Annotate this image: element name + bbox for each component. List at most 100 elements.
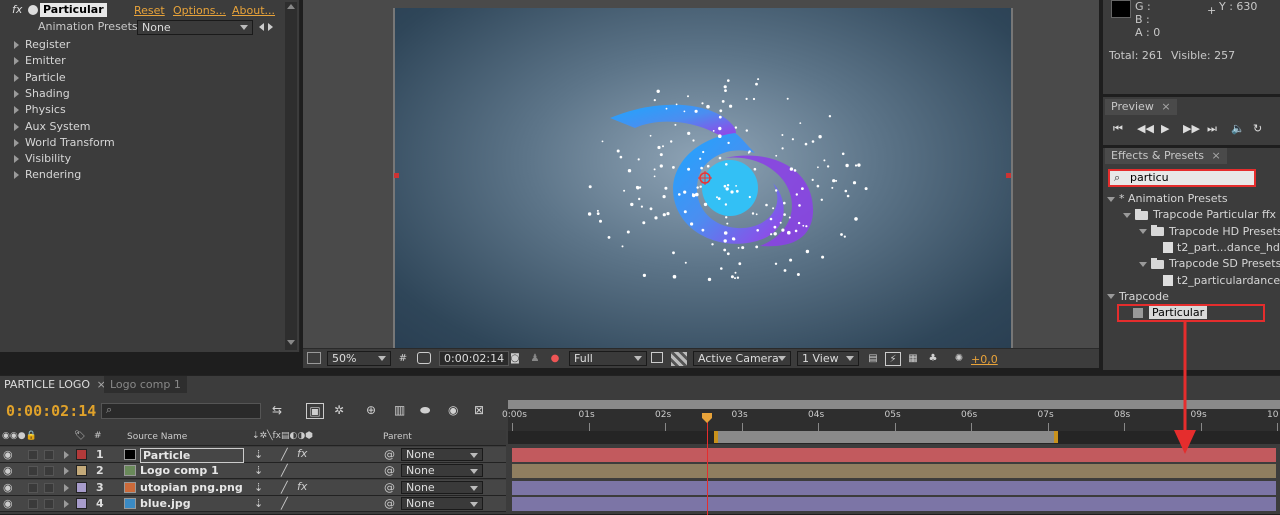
close-icon[interactable]: × [1212, 149, 1221, 162]
timeline-tab-active[interactable]: PARTICLE LOGO × [0, 376, 110, 393]
solo-box[interactable] [28, 482, 38, 493]
timeline-tab-inactive[interactable]: Logo comp 1 [104, 376, 187, 393]
collapse-triangle-icon[interactable] [1139, 229, 1147, 235]
layer-name[interactable]: Particle [140, 448, 244, 463]
collapse-triangle-icon[interactable] [1139, 261, 1147, 267]
shy-switch-icon[interactable]: ⇣ [254, 497, 263, 510]
effect-name[interactable]: Particular [40, 3, 107, 17]
expand-triangle-icon[interactable] [14, 106, 19, 115]
graph-editor-icon[interactable]: ⊠ [474, 403, 484, 417]
solo-box[interactable] [28, 450, 38, 460]
expand-triangle-icon[interactable] [14, 155, 19, 164]
fx-toggle[interactable]: fx [12, 3, 22, 16]
hide-shy-icon[interactable]: ✲ [334, 403, 344, 417]
effects-presets-tab[interactable]: Effects & Presets × [1105, 148, 1227, 164]
layer-row[interactable]: ◉ 3 utopian png.png ⇣ ╱ fx @ None [0, 479, 506, 496]
scroll-down-icon[interactable] [287, 340, 295, 345]
expand-triangle-icon[interactable] [14, 122, 19, 131]
frame-blending-icon[interactable]: ⊕ [366, 403, 376, 417]
fx-switch-icon[interactable]: fx [297, 480, 307, 493]
preset-tree-item[interactable]: Trapcode HD Presets [1139, 224, 1280, 240]
fast-previews-icon[interactable]: ⚡ [885, 352, 901, 366]
shy-switch-icon[interactable]: ⇣ [254, 481, 263, 494]
label-color-swatch[interactable] [76, 465, 87, 477]
lock-box[interactable] [44, 498, 54, 509]
lock-box[interactable] [44, 466, 54, 477]
source-name-header[interactable]: Source Name [127, 432, 187, 442]
prev-frame-icon[interactable]: ◀◀ [1137, 122, 1154, 135]
eye-icon[interactable]: ◉ [3, 448, 13, 461]
animation-presets-dropdown[interactable]: None [137, 20, 253, 35]
time-ruler[interactable]: 0:00s 01s 02s 03s 04s 05s 06s 07s 08s 09s 10 [502, 409, 1280, 431]
effect-group-item[interactable]: Rendering [14, 167, 81, 183]
grid-icon[interactable]: # [395, 352, 411, 366]
reset-link[interactable]: Reset [134, 4, 165, 17]
expand-triangle-icon[interactable] [64, 483, 69, 492]
parent-dropdown[interactable]: None [401, 496, 483, 510]
region-of-interest-icon[interactable] [651, 352, 663, 363]
eye-icon[interactable]: ◉ [3, 497, 13, 510]
timeline-icon[interactable]: ▦ [905, 352, 921, 366]
timeline-timecode[interactable]: 0:00:02:14 [6, 402, 96, 420]
parent-dropdown[interactable]: None [401, 464, 483, 478]
lock-box[interactable] [44, 450, 54, 460]
quality-switch-icon[interactable]: ╱ [281, 448, 288, 461]
parent-pickwhip-icon[interactable]: @ [384, 464, 395, 477]
label-color-swatch[interactable] [76, 497, 87, 509]
label-icon[interactable]: 🏷 [74, 431, 85, 441]
expand-triangle-icon[interactable] [14, 73, 19, 82]
always-preview-icon[interactable] [307, 352, 321, 364]
exposure-icon[interactable]: ✺ [951, 352, 967, 366]
layer-name[interactable]: blue.jpg [140, 497, 191, 510]
draft-3d-icon[interactable]: ▣ [306, 403, 324, 419]
auto-keyframe-icon[interactable]: ◉ [448, 403, 458, 417]
layer-duration-bar[interactable] [512, 496, 1276, 511]
preset-prev-icon[interactable] [259, 23, 264, 31]
expand-triangle-icon[interactable] [64, 499, 69, 508]
work-area-range[interactable] [714, 431, 1058, 443]
preset-tree-item[interactable]: * Animation Presets [1107, 191, 1228, 207]
preset-tree-item[interactable]: Trapcode SD Presets [1139, 256, 1280, 272]
layer-name[interactable]: utopian png.png [140, 481, 243, 494]
solo-box[interactable] [28, 498, 38, 509]
quality-switch-icon[interactable]: ╱ [281, 464, 288, 477]
effect-group-item[interactable]: Shading [14, 86, 70, 102]
effect-group-item[interactable]: Register [14, 37, 70, 53]
viewer-timecode[interactable]: 0:00:02:14 [439, 351, 510, 366]
collapse-triangle-icon[interactable] [1123, 212, 1131, 218]
mask-visibility-icon[interactable] [417, 352, 431, 364]
brainstorm-icon[interactable]: ⬬ [420, 403, 430, 418]
parent-pickwhip-icon[interactable]: @ [384, 448, 395, 461]
snapshot-icon[interactable]: ◙ [507, 352, 523, 366]
right-handle[interactable] [1006, 173, 1011, 178]
quality-switch-icon[interactable]: ╱ [281, 497, 288, 510]
preset-next-icon[interactable] [268, 23, 273, 31]
composition-viewer[interactable] [303, 0, 1099, 348]
views-dropdown[interactable]: 1 View [797, 351, 859, 366]
work-area-bar[interactable] [508, 400, 1280, 409]
first-frame-icon[interactable]: ⏮ [1113, 122, 1123, 136]
av-features-icon[interactable]: ◉◉●🔒 [2, 431, 37, 441]
flowchart-icon[interactable]: ♣ [925, 352, 941, 366]
duration-bar[interactable] [508, 431, 1280, 444]
scroll-up-icon[interactable] [287, 4, 295, 9]
layer-duration-bar[interactable] [512, 480, 1276, 495]
comp-canvas[interactable] [393, 8, 1013, 348]
fx-switch-icon[interactable]: fx [297, 447, 307, 460]
play-icon[interactable]: ▶ [1161, 122, 1169, 135]
expand-triangle-icon[interactable] [14, 57, 19, 66]
effect-group-item[interactable]: World Transform [14, 135, 115, 151]
next-frame-icon[interactable]: ▶▶ [1183, 122, 1200, 135]
expand-triangle-icon[interactable] [14, 171, 19, 180]
effect-group-item[interactable]: Particle [14, 70, 66, 86]
zoom-dropdown[interactable]: 50% [327, 351, 391, 366]
layer-row[interactable]: ◉ 1 Particle ⇣ ╱ fx @ None [0, 447, 506, 463]
effects-search-field[interactable]: ⌕ particu [1108, 169, 1256, 187]
audio-icon[interactable]: 🔈 [1231, 122, 1245, 135]
eye-icon[interactable]: ◉ [3, 481, 13, 494]
quality-switch-icon[interactable]: ╱ [281, 481, 288, 494]
parent-pickwhip-icon[interactable]: @ [384, 481, 395, 494]
show-snapshot-icon[interactable]: ♟ [527, 352, 543, 366]
expand-triangle-icon[interactable] [64, 451, 69, 459]
parent-dropdown[interactable]: None [401, 480, 483, 494]
